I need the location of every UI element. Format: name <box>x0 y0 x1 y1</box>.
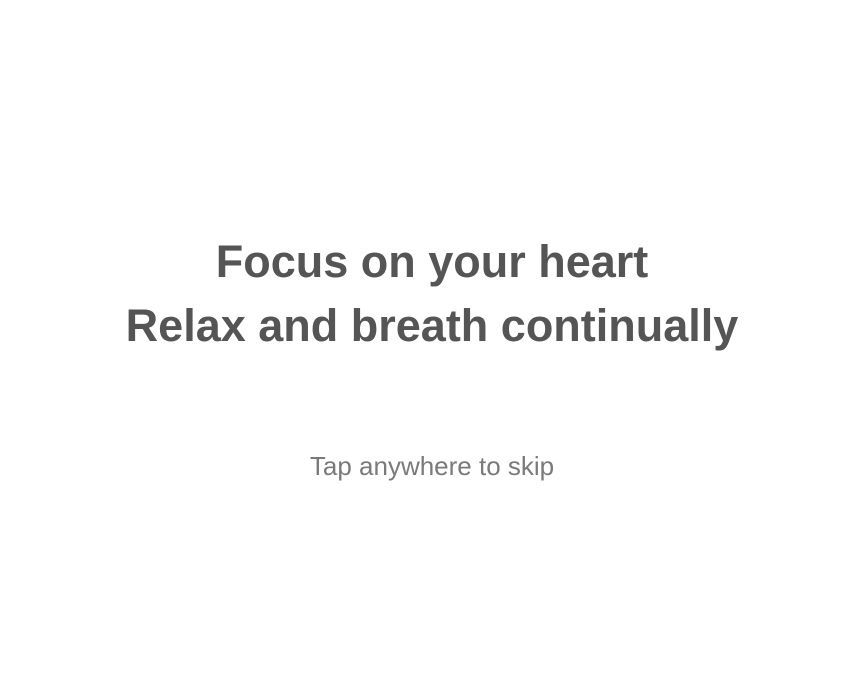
instruction-line-relax: Relax and breath continually <box>125 300 739 351</box>
instruction-line-focus: Focus on your heart <box>215 236 649 287</box>
instruction-text: Focus on your heart Relax and breath con… <box>0 230 864 358</box>
skip-hint-text: Tap anywhere to skip <box>309 451 555 481</box>
instruction-screen[interactable]: Focus on your heart Relax and breath con… <box>0 0 864 677</box>
